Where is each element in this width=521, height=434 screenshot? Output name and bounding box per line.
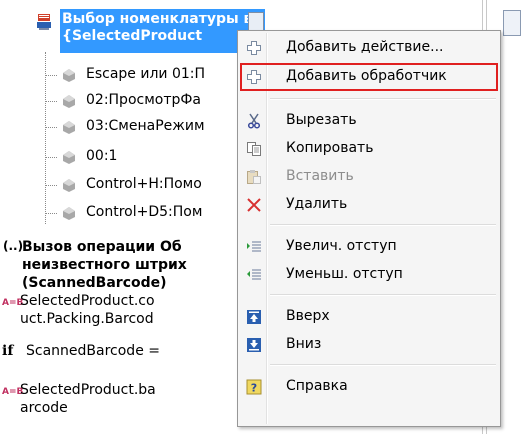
tree-item-label: 00:1 [86, 148, 118, 164]
tree-item[interactable]: Control+H:Помо [45, 172, 245, 198]
step-line2: arcode [20, 400, 68, 416]
tree-item[interactable]: Escape или 01:П [45, 62, 245, 88]
if-icon: if [2, 343, 14, 359]
menu-icon-gutter [266, 33, 268, 424]
side-panel [503, 0, 521, 434]
step-line1: SelectedProduct.ba [20, 382, 156, 398]
menu-item-delete[interactable]: Удалить [240, 191, 498, 219]
form-node-icon [36, 13, 54, 31]
gem-icon [61, 67, 77, 83]
tree-item-label: Control+H:Помо [86, 176, 202, 192]
menu-item-move-down[interactable]: Вниз [240, 331, 498, 359]
copy-icon [246, 141, 262, 157]
move-up-icon [246, 309, 262, 325]
delete-x-icon [246, 197, 262, 213]
menu-item-label: Вырезать [286, 112, 357, 128]
tree-item[interactable]: Control+D5:Пом [45, 200, 245, 226]
operation-line2: неизвестного штрих [22, 257, 187, 273]
menu-item-label: Увелич. отступ [286, 238, 397, 254]
help-icon: ? [246, 379, 262, 395]
assignment-step[interactable]: A=BSelectedProduct.ba arcode [2, 381, 156, 417]
menu-separator [270, 364, 496, 366]
menu-item-label: Справка [286, 378, 348, 394]
scissors-icon [246, 113, 262, 129]
gem-icon [61, 149, 77, 165]
gem-icon [61, 119, 77, 135]
menu-item-add-action[interactable]: Добавить действие... [240, 34, 498, 62]
menu-item-copy[interactable]: Копировать [240, 135, 498, 163]
assignment-step[interactable]: A=BSelectedProduct.co uct.Packing.Barcod [2, 292, 155, 328]
selected-tree-node[interactable]: Выбор номенклатуры в {SelectedProduct [60, 9, 265, 53]
gem-icon [61, 93, 77, 109]
gem-icon [61, 205, 77, 221]
menu-separator [270, 294, 496, 296]
menu-item-label: Добавить действие... [286, 39, 444, 55]
menu-item-label: Вверх [286, 308, 330, 324]
menu-item-cut[interactable]: Вырезать [240, 107, 498, 135]
operation-call-icon: (..) [3, 239, 24, 253]
tree-item-label: Control+D5:Пом [86, 204, 203, 220]
menu-item-indent[interactable]: Увелич. отступ [240, 233, 498, 261]
menu-item-paste[interactable]: Вставить [240, 163, 498, 191]
menu-item-label: Вниз [286, 336, 322, 352]
outdent-icon [246, 267, 262, 283]
gem-icon [61, 177, 77, 193]
tree-item[interactable]: 02:ПросмотрФа [45, 88, 245, 114]
svg-text:?: ? [251, 382, 257, 395]
step-line1: ScannedBarcode = [26, 343, 160, 359]
menu-item-label: Удалить [286, 196, 348, 212]
tree-item[interactable]: 03:СменаРежим [45, 114, 245, 140]
node-title-line2: {SelectedProduct [62, 28, 203, 44]
plus-outline-icon [246, 69, 262, 85]
move-down-icon [246, 337, 262, 353]
paste-icon [246, 169, 262, 185]
form-preview-icon[interactable] [248, 12, 264, 32]
assignment-icon: A=B [2, 298, 24, 308]
menu-item-help[interactable]: ? Справка [240, 373, 498, 401]
assignment-icon: A=B [2, 387, 24, 397]
operation-line1: Вызов операции Об [22, 239, 182, 255]
menu-item-label: Копировать [286, 140, 374, 156]
operation-line3: (ScannedBarcode) [22, 275, 167, 291]
menu-item-label: Уменьш. отступ [286, 266, 403, 282]
side-panel-button[interactable] [503, 10, 521, 36]
tree-item-label: Escape или 01:П [86, 66, 206, 82]
context-menu: Добавить действие... Добавить обработчик… [237, 30, 501, 427]
menu-item-label: Вставить [286, 168, 354, 184]
operation-node[interactable]: Вызов операции Об неизвестного штрих (Sc… [22, 238, 187, 292]
step-line1: SelectedProduct.co [20, 293, 155, 309]
menu-item-move-up[interactable]: Вверх [240, 303, 498, 331]
tree-item-label: 03:СменаРежим [86, 118, 205, 134]
menu-item-add-handler[interactable]: Добавить обработчик [240, 63, 498, 91]
tree-item[interactable]: 00:1 [45, 144, 245, 170]
tree-item-label: 02:ПросмотрФа [86, 92, 202, 108]
plus-outline-icon [246, 40, 262, 56]
menu-item-label: Добавить обработчик [286, 68, 447, 84]
step-line2: uct.Packing.Barcod [20, 311, 154, 327]
condition-step[interactable]: if ScannedBarcode = [2, 342, 160, 360]
indent-icon [246, 239, 262, 255]
menu-separator [270, 98, 496, 100]
menu-separator [270, 224, 496, 226]
node-title-line1: Выбор номенклатуры в [62, 11, 253, 27]
menu-item-outdent[interactable]: Уменьш. отступ [240, 261, 498, 289]
